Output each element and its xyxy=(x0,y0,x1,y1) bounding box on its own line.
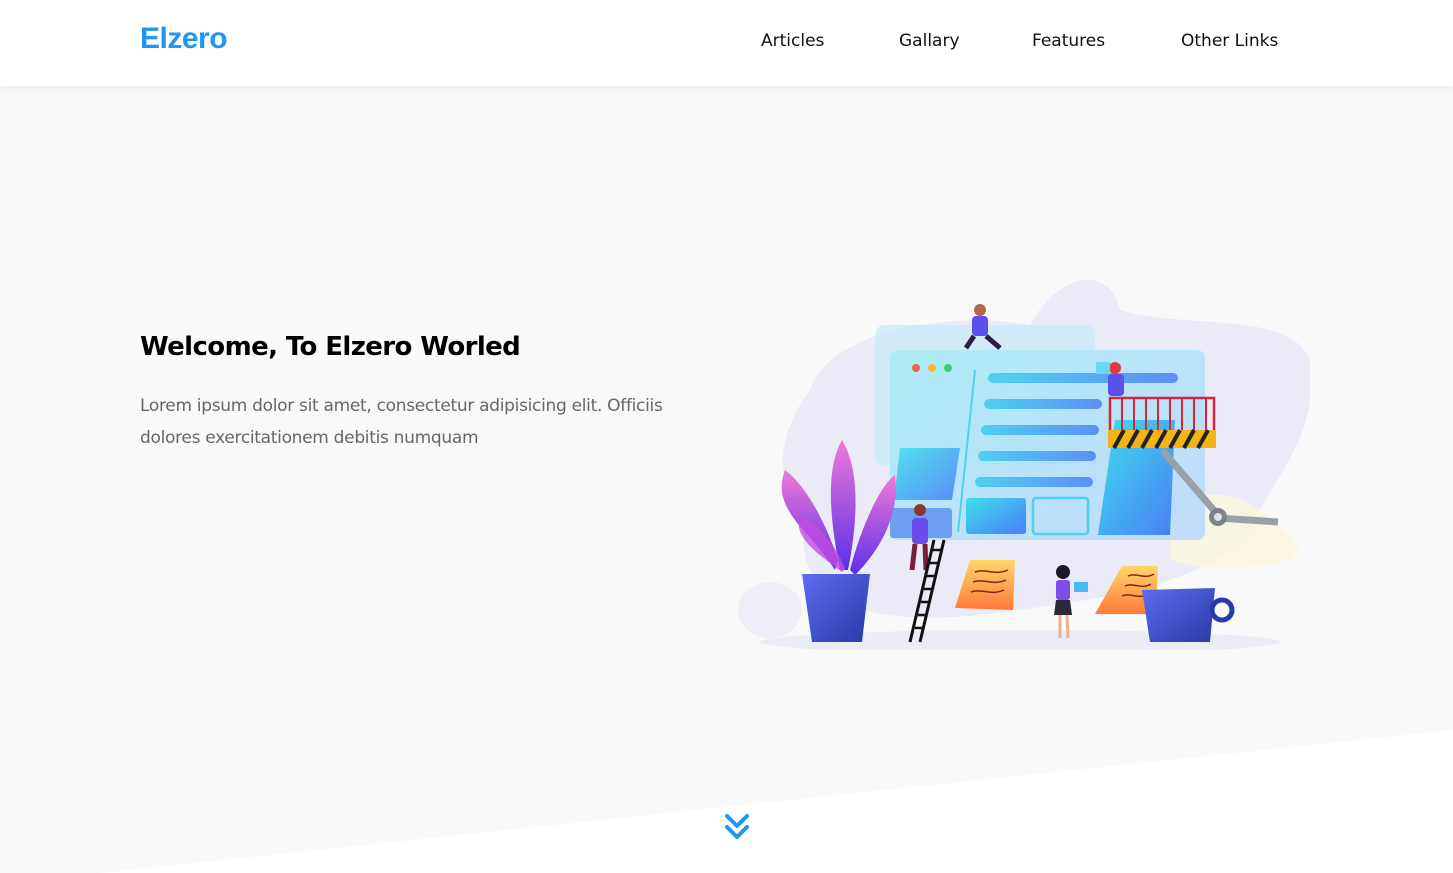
scroll-down-icon[interactable] xyxy=(723,812,751,842)
nav-link-gallary[interactable]: Gallary xyxy=(899,31,960,51)
site-logo[interactable]: Elzero xyxy=(140,22,228,56)
site-header: Elzero Articles Gallary Features Other L… xyxy=(0,0,1453,86)
nav-link-features[interactable]: Features xyxy=(1032,31,1105,51)
hero-title: Welcome, To Elzero Worled xyxy=(140,332,521,362)
hero-illustration xyxy=(738,279,1310,650)
hero-description: Lorem ipsum dolor sit amet, consectetur … xyxy=(140,396,663,448)
nav-link-articles[interactable]: Articles xyxy=(761,31,824,51)
nav-link-other-links[interactable]: Other Links xyxy=(1181,31,1278,51)
